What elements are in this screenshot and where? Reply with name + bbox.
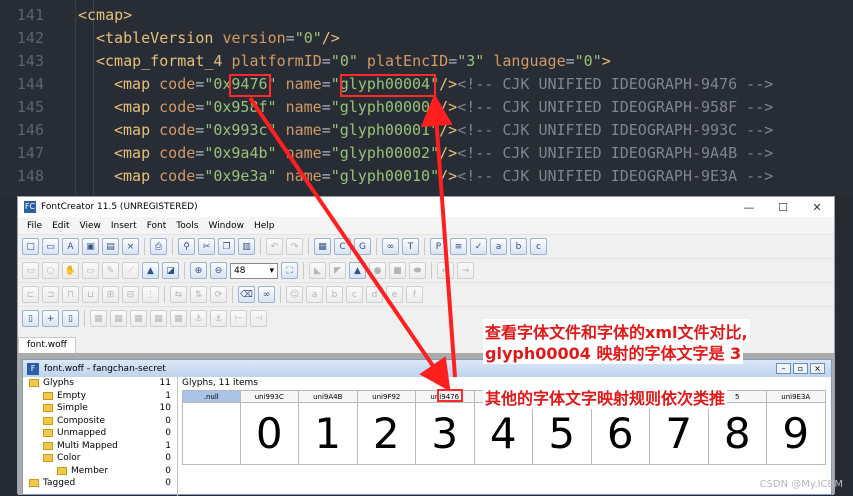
annotation-arrows: [248, 94, 457, 392]
watermark: CSDN @My.ICBM: [759, 479, 843, 490]
arrow-glyph-to-name: [420, 94, 457, 378]
arrow-code-to-glyph: [248, 96, 451, 392]
